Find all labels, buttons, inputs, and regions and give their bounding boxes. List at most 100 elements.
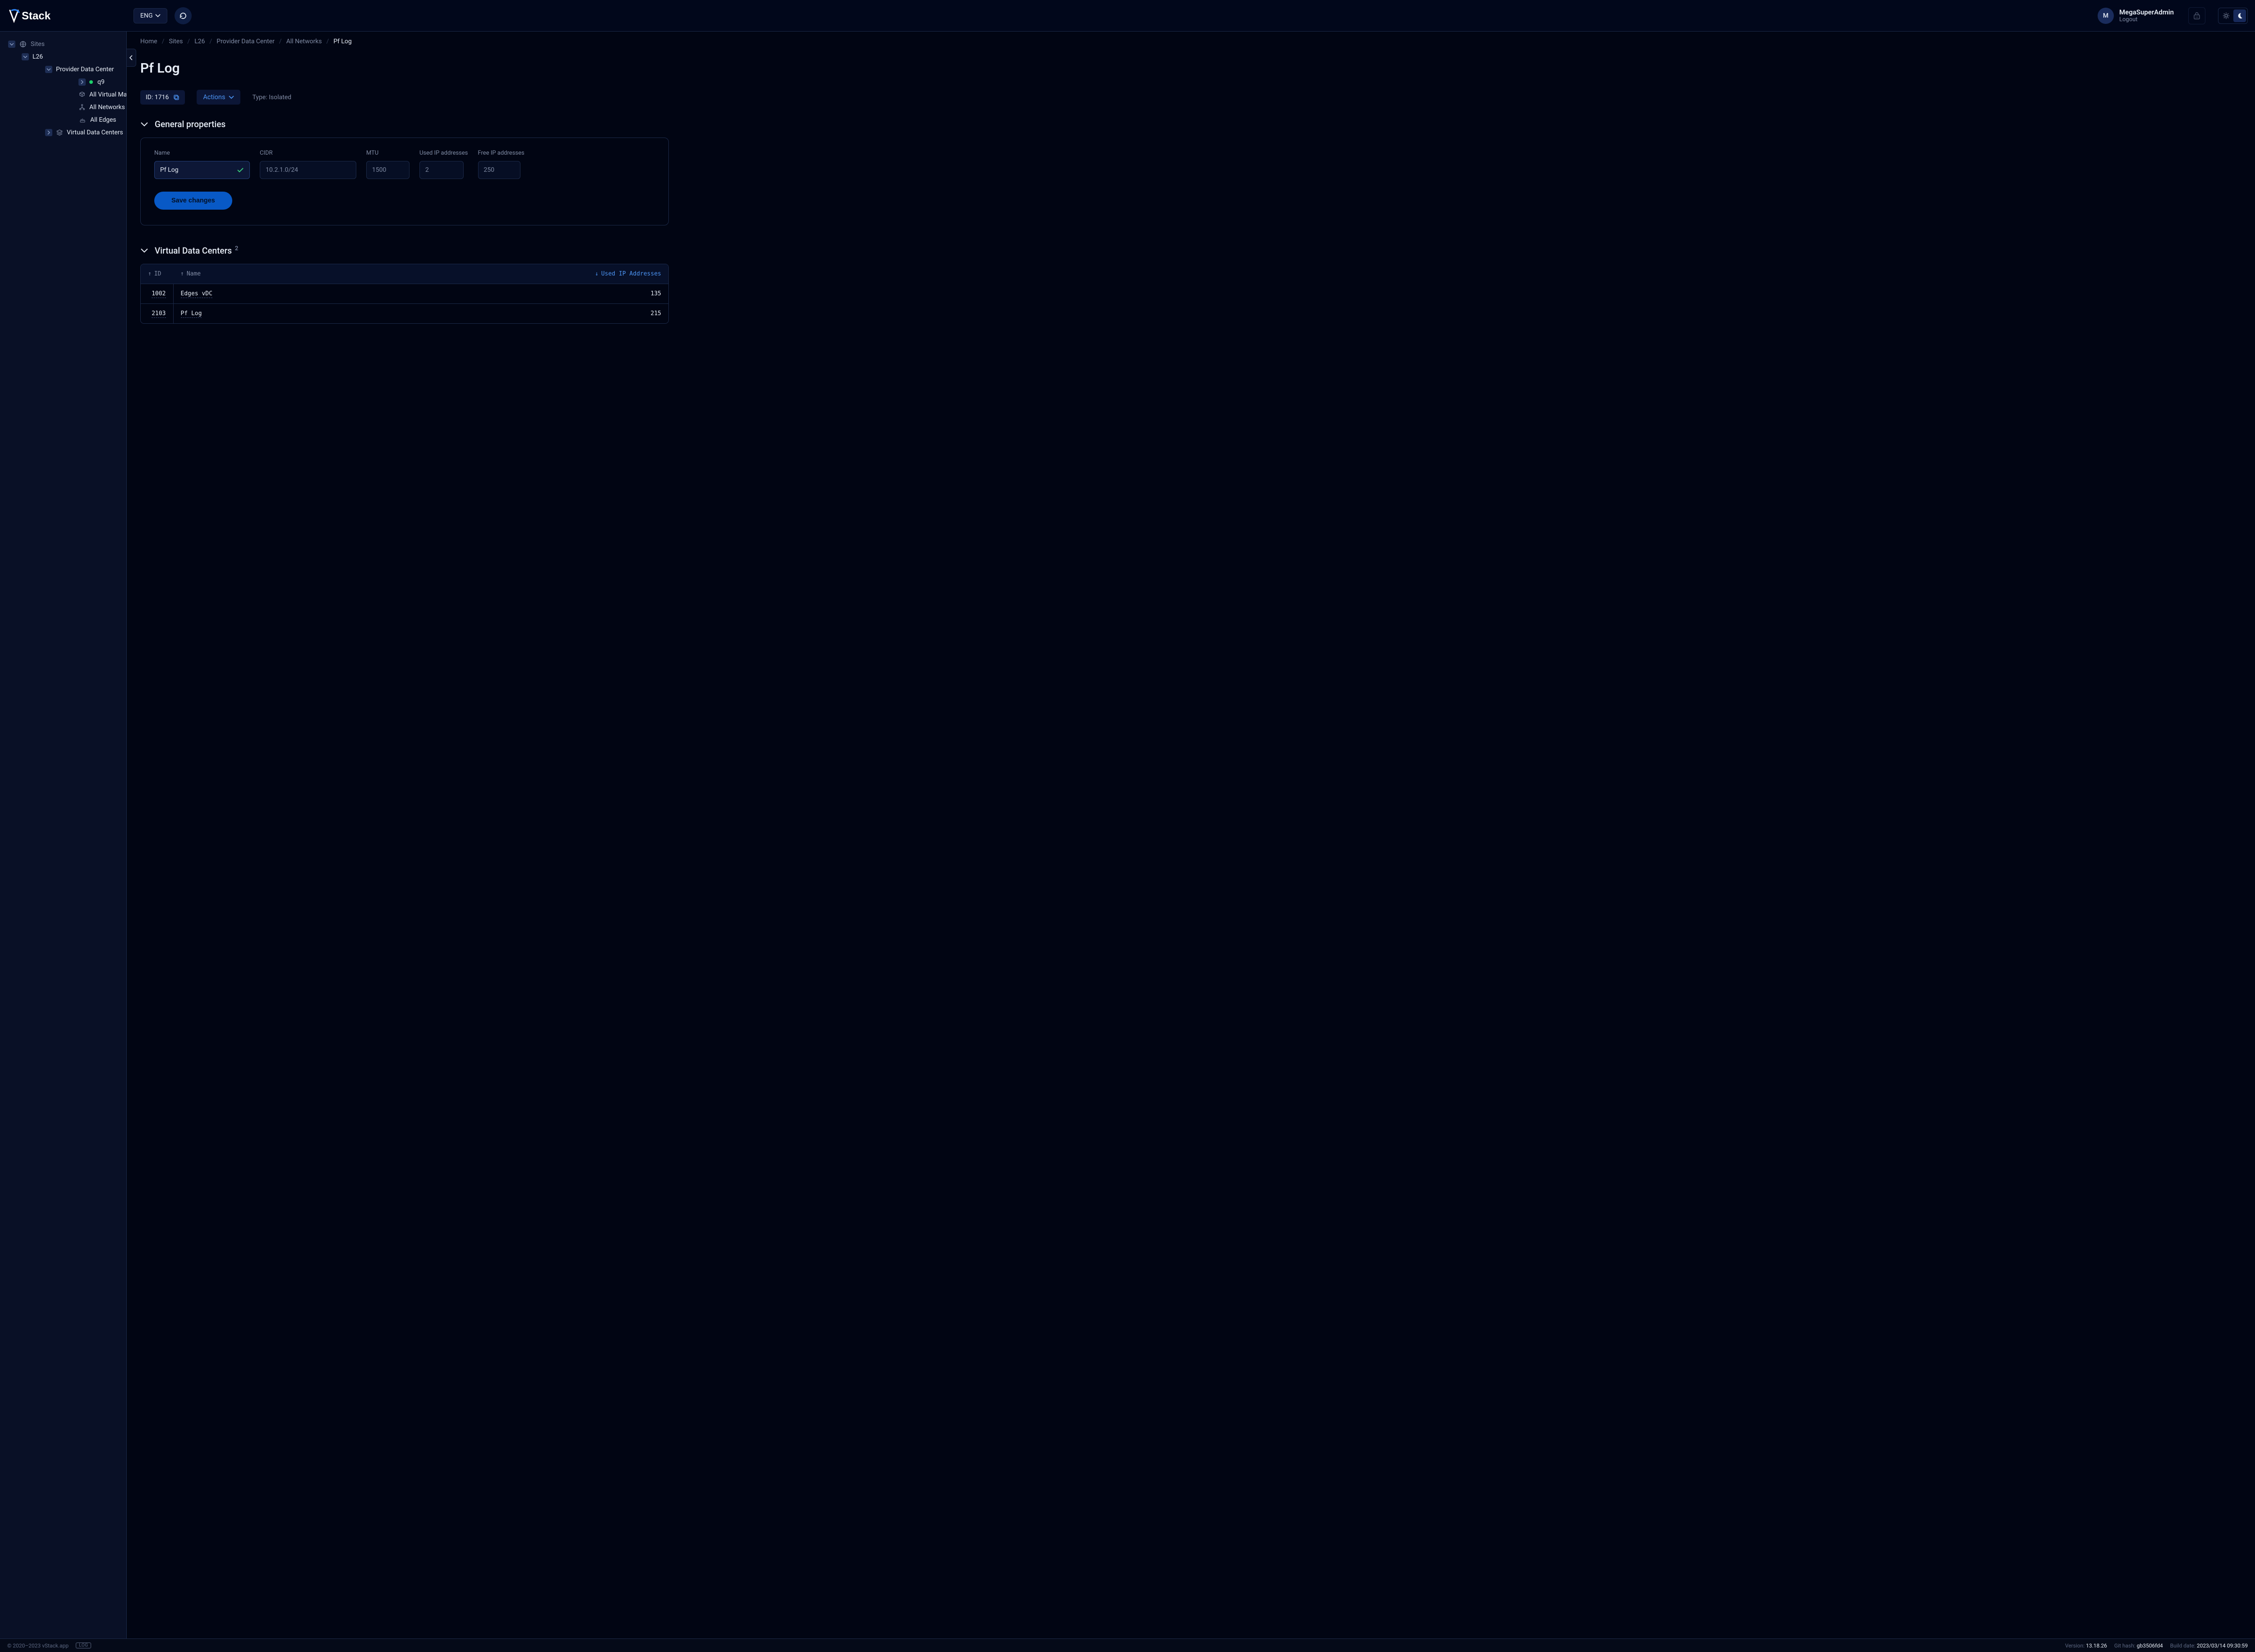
cell-id[interactable]: 1002 bbox=[152, 290, 166, 298]
expand-toggle[interactable] bbox=[22, 53, 29, 60]
theme-dark-button[interactable] bbox=[2233, 9, 2246, 22]
tree-all-vms[interactable]: All Virtual Machines bbox=[77, 88, 124, 101]
used-input: 2 bbox=[419, 161, 464, 179]
tree-cluster-q9[interactable]: q9 bbox=[77, 76, 124, 88]
tree-provider-dc[interactable]: Provider Data Center bbox=[43, 63, 124, 76]
layers-icon bbox=[56, 129, 63, 136]
cell-id[interactable]: 2103 bbox=[152, 310, 166, 318]
lock-button[interactable] bbox=[2188, 7, 2205, 24]
id-label: ID: 1716 bbox=[146, 94, 169, 101]
refresh-icon bbox=[179, 12, 187, 20]
tree-label: q9 bbox=[97, 78, 105, 86]
cidr-value: 10.2.1.0/24 bbox=[266, 166, 298, 174]
network-type: Type: Isolated bbox=[252, 94, 291, 101]
lock-icon bbox=[2192, 11, 2201, 20]
name-input[interactable]: Pf Log bbox=[154, 161, 250, 179]
breadcrumb-item[interactable]: L26 bbox=[194, 38, 205, 45]
tree-label: Sites bbox=[31, 41, 45, 48]
edge-icon bbox=[78, 116, 87, 124]
free-input: 250 bbox=[478, 161, 520, 179]
mtu-value: 1500 bbox=[372, 166, 386, 174]
check-icon bbox=[237, 167, 244, 173]
tree-site-l26[interactable]: L26 bbox=[20, 50, 124, 63]
vdc-table: ↑ID ↑Name ↓Used IP Addresses bbox=[140, 264, 669, 324]
sidebar: Sites L26 bbox=[0, 32, 127, 1638]
name-value: Pf Log bbox=[160, 166, 179, 174]
user-name: MegaSuperAdmin bbox=[2119, 8, 2174, 16]
mtu-input: 1500 bbox=[366, 161, 410, 179]
tree-all-networks[interactable]: All Networks bbox=[77, 101, 124, 114]
cell-used: 215 bbox=[651, 310, 661, 317]
page-title: Pf Log bbox=[140, 60, 2241, 76]
cell-name[interactable]: Edges vDC bbox=[181, 290, 212, 298]
field-label: Free IP addresses bbox=[478, 150, 525, 156]
expand-toggle[interactable] bbox=[78, 78, 86, 86]
chevron-down-icon bbox=[155, 14, 161, 18]
expand-toggle[interactable] bbox=[45, 66, 52, 73]
field-used: Used IP addresses 2 bbox=[419, 150, 468, 179]
user-block: M MegaSuperAdmin Logout bbox=[2098, 8, 2174, 24]
breadcrumb-item[interactable]: Home bbox=[140, 38, 157, 45]
table-row[interactable]: 1002 Edges vDC 135 bbox=[141, 284, 668, 304]
tree-label: All Networks bbox=[89, 104, 125, 111]
breadcrumb-item[interactable]: Provider Data Center bbox=[216, 38, 275, 45]
version-label: Version: bbox=[2065, 1643, 2085, 1649]
logo[interactable]: Stack bbox=[7, 9, 126, 23]
save-button[interactable]: Save changes bbox=[154, 192, 232, 210]
field-label: MTU bbox=[366, 150, 410, 156]
field-cidr: CIDR 10.2.1.0/24 bbox=[260, 150, 356, 179]
logout-link[interactable]: Logout bbox=[2119, 16, 2174, 23]
col-label: Name bbox=[187, 271, 201, 277]
builddate-value: 2023/03/14 09:30:59 bbox=[2197, 1643, 2248, 1649]
general-properties-panel: Name Pf Log CIDR 10.2.1.0/24 MTU 1500 bbox=[140, 138, 669, 225]
field-free: Free IP addresses 250 bbox=[478, 150, 525, 179]
header: Stack ENG M MegaSuperAdmin Logout bbox=[0, 0, 2255, 32]
field-label: CIDR bbox=[260, 150, 356, 156]
tree-label: All Virtual Machines bbox=[89, 91, 127, 98]
expand-toggle[interactable] bbox=[8, 41, 15, 48]
field-label: Name bbox=[154, 150, 250, 156]
tree-label: L26 bbox=[32, 53, 43, 60]
breadcrumb-item[interactable]: All Networks bbox=[286, 38, 322, 45]
footer: © 2020–2023 vStack.app LOG Version: 13.1… bbox=[0, 1638, 2255, 1652]
actions-label: Actions bbox=[203, 93, 225, 101]
expand-toggle[interactable] bbox=[45, 129, 52, 136]
avatar[interactable]: M bbox=[2098, 8, 2114, 24]
githash-label: Git hash: bbox=[2114, 1643, 2135, 1649]
actions-dropdown[interactable]: Actions bbox=[197, 90, 240, 105]
refresh-button[interactable] bbox=[175, 7, 192, 24]
breadcrumb: Home/ Sites/ L26/ Provider Data Center/ … bbox=[140, 38, 2241, 45]
chevron-left-icon bbox=[129, 55, 133, 60]
network-icon bbox=[78, 104, 86, 111]
copy-id-button[interactable] bbox=[173, 94, 179, 101]
page-toolbar: ID: 1716 Actions Type: Isolated bbox=[140, 90, 2241, 105]
section-general-properties[interactable]: General properties bbox=[140, 119, 2241, 129]
avatar-initial: M bbox=[2103, 12, 2108, 19]
githash-value: gb3506fd4 bbox=[2137, 1643, 2163, 1649]
breadcrumb-item[interactable]: Sites bbox=[169, 38, 183, 45]
chevron-down-icon bbox=[140, 248, 148, 253]
tree-virtual-dcs[interactable]: Virtual Data Centers bbox=[43, 126, 124, 139]
moon-icon bbox=[2236, 12, 2243, 19]
cell-name[interactable]: Pf Log bbox=[181, 310, 202, 318]
theme-light-button[interactable] bbox=[2220, 9, 2232, 22]
tree-root-sites[interactable]: Sites bbox=[6, 38, 124, 50]
copy-icon bbox=[173, 94, 179, 101]
col-id[interactable]: ↑ID bbox=[141, 264, 173, 284]
sun-icon bbox=[2223, 12, 2230, 19]
chevron-down-icon bbox=[140, 122, 148, 127]
col-used[interactable]: ↓Used IP Addresses bbox=[515, 264, 668, 284]
table-row[interactable]: 2103 Pf Log 215 bbox=[141, 304, 668, 324]
tree-all-edges[interactable]: All Edges bbox=[77, 114, 124, 126]
col-name[interactable]: ↑Name bbox=[173, 264, 515, 284]
section-vdc[interactable]: Virtual Data Centers 2 bbox=[140, 245, 2241, 256]
section-title: Virtual Data Centers bbox=[155, 245, 232, 256]
section-title: General properties bbox=[155, 119, 226, 129]
field-label: Used IP addresses bbox=[419, 150, 468, 156]
sidebar-collapse-button[interactable] bbox=[127, 49, 136, 67]
builddate-label: Build date: bbox=[2170, 1643, 2195, 1649]
sort-desc-icon: ↓ bbox=[595, 271, 598, 277]
used-value: 2 bbox=[425, 166, 429, 174]
log-button[interactable]: LOG bbox=[76, 1643, 91, 1648]
language-select[interactable]: ENG bbox=[133, 8, 167, 23]
